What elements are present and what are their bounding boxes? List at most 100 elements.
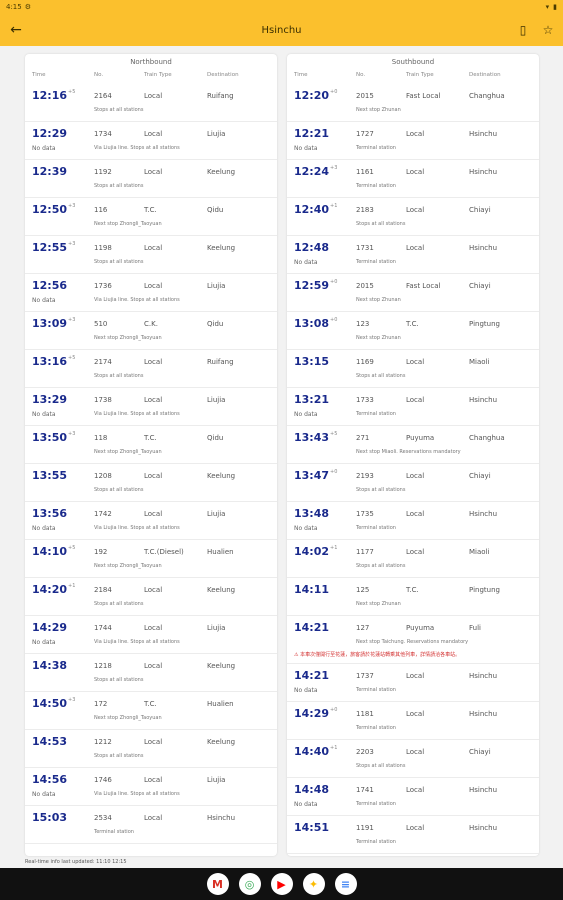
destination: Liujia <box>207 776 226 784</box>
train-row[interactable]: 14:02+1 1177 Local Miaoli Stops at all stati… <box>287 540 539 578</box>
train-row[interactable]: 14:21 No data 1737 Local Hsinchu Terminal sta… <box>287 664 539 702</box>
time-value: 14:38 <box>32 659 68 672</box>
train-row[interactable]: 14:20+1 2184 Local Keelung Stops at all stat… <box>25 578 277 616</box>
train-type: Local <box>406 472 425 480</box>
train-number: 172 <box>94 700 108 708</box>
departure-time: 13:29 <box>32 393 68 406</box>
train-row[interactable]: 12:50+3 116 T.C. Qidu Next stop Zhongli_Taoy… <box>25 198 277 236</box>
train-row[interactable]: 13:56 No data 1742 Local Liujia Via Liujia li… <box>25 502 277 540</box>
train-row[interactable]: 14:56 No data 1746 Local Liujia Via Liujia li… <box>25 768 277 806</box>
train-row[interactable]: 12:56 No data 1736 Local Liujia Via Liujia li… <box>25 274 277 312</box>
destination: Keelung <box>207 244 236 252</box>
departure-time: 12:55+3 <box>32 241 75 254</box>
destination: Pingtung <box>469 586 500 594</box>
train-note: Next stop Zhunan <box>356 297 401 303</box>
train-number: 1733 <box>356 396 374 404</box>
train-type: Local <box>144 510 163 518</box>
train-row[interactable]: 14:38 1218 Local Keelung Stops at all statio… <box>25 654 277 692</box>
train-row[interactable]: 14:51 1191 Local Hsinchu Terminal station <box>287 816 539 854</box>
train-row[interactable]: 14:40+1 2203 Local Chiayi Stops at all stati… <box>287 740 539 778</box>
train-number: 2203 <box>356 748 374 756</box>
delay-badge: +1 <box>330 745 338 751</box>
train-type: Puyuma <box>406 434 435 442</box>
departure-time: 13:09+3 <box>32 317 75 330</box>
status-bar: 4:15 ⚙ ▾ ▮ <box>0 0 563 14</box>
delay-badge: +5 <box>68 545 76 551</box>
col-no: No. <box>94 72 104 78</box>
train-row[interactable]: 12:59+0 2015 Fast Local Chiayi Next stop Zhu… <box>287 274 539 312</box>
time-value: 12:48 <box>294 241 330 254</box>
time-value: 15:03 <box>32 811 68 824</box>
train-row[interactable]: 13:50+3 118 T.C. Qidu Next stop Zhongli_Taoy… <box>25 426 277 464</box>
train-row[interactable]: 15:03 2534 Local Hsinchu Terminal station <box>25 806 277 844</box>
destination: Keelung <box>207 662 236 670</box>
photos-icon[interactable]: ✦ <box>302 873 325 895</box>
messages-icon[interactable]: ≡ <box>334 873 357 895</box>
train-note: Terminal station <box>356 839 396 845</box>
delay-status: No data <box>32 525 56 532</box>
train-type: Local <box>406 130 425 138</box>
train-row[interactable]: 14:10+5 192 T.C.(Diesel) Hualien Next stop Z… <box>25 540 277 578</box>
train-note: Next stop Zhunan <box>356 601 401 607</box>
star-icon[interactable]: ☆ <box>540 22 556 38</box>
departure-time: 14:20+1 <box>32 583 75 596</box>
train-row[interactable]: 13:21 No data 1733 Local Hsinchu Terminal sta… <box>287 388 539 426</box>
train-type: Local <box>406 548 425 556</box>
train-row[interactable]: 14:48 No data 1741 Local Hsinchu Terminal sta… <box>287 778 539 816</box>
train-note: Stops at all stations <box>94 259 144 265</box>
departure-time: 13:47+0 <box>294 469 337 482</box>
train-row[interactable]: 12:39 1192 Local Keelung Stops at all statio… <box>25 160 277 198</box>
train-type: Local <box>144 624 163 632</box>
train-row[interactable]: 13:47+0 2193 Local Chiayi Stops at all stati… <box>287 464 539 502</box>
train-note: Stops at all stations <box>356 373 406 379</box>
train-row[interactable]: 12:40+1 2183 Local Chiayi Stops at all stati… <box>287 198 539 236</box>
departure-time: 12:29 <box>32 127 68 140</box>
train-row[interactable]: 14:21 127 Puyuma Fuli Next stop Taichung. Re… <box>287 616 539 664</box>
train-row[interactable]: 12:29 No data 1734 Local Liujia Via Liujia li… <box>25 122 277 160</box>
destination: Hualien <box>207 700 234 708</box>
train-row[interactable]: 12:16+5 2164 Local Ruifang Stops at all stat… <box>25 84 277 122</box>
bookmark-icon[interactable]: ▯ <box>515 22 531 38</box>
train-number: 125 <box>356 586 370 594</box>
train-row[interactable]: 13:43+5 271 Puyuma Changhua Next stop Miaoli… <box>287 426 539 464</box>
northbound-panel: Northbound Time No. Train Type Destinati… <box>25 54 277 856</box>
train-row[interactable]: 14:50+3 172 T.C. Hualien Next stop Zhongli_T… <box>25 692 277 730</box>
train-row[interactable]: 13:09+3 510 C.K. Qidu Next stop Zhongli_Taoy… <box>25 312 277 350</box>
train-row[interactable]: 13:55 1208 Local Keelung Stops at all statio… <box>25 464 277 502</box>
train-row[interactable]: 12:48 No data 1731 Local Hsinchu Terminal sta… <box>287 236 539 274</box>
time-value: 14:50 <box>32 697 68 710</box>
train-number: 1727 <box>356 130 374 138</box>
chrome-icon[interactable]: ◎ <box>238 873 261 895</box>
train-row[interactable]: 14:53 1212 Local Keelung Stops at all statio… <box>25 730 277 768</box>
train-row[interactable]: 13:15 1169 Local Miaoli Stops at all station… <box>287 350 539 388</box>
train-row[interactable]: 13:48 No data 1735 Local Hsinchu Terminal sta… <box>287 502 539 540</box>
train-type: T.C. <box>144 206 157 214</box>
time-value: 13:56 <box>32 507 68 520</box>
train-note: Stops at all stations <box>94 373 144 379</box>
train-row[interactable]: 14:11 125 T.C. Pingtung Next stop Zhunan <box>287 578 539 616</box>
southbound-title: Southbound <box>391 58 435 66</box>
train-row[interactable]: 12:24+3 1161 Local Hsinchu Terminal station <box>287 160 539 198</box>
train-row[interactable]: 13:16+5 2174 Local Ruifang Stops at all stat… <box>25 350 277 388</box>
train-row[interactable]: 12:55+3 1198 Local Keelung Stops at all stat… <box>25 236 277 274</box>
train-row[interactable]: 14:29+0 1181 Local Hsinchu Terminal station <box>287 702 539 740</box>
train-type: Local <box>406 786 425 794</box>
train-row[interactable]: 14:29 No data 1744 Local Liujia Via Liujia li… <box>25 616 277 654</box>
train-row[interactable]: 12:20+0 2015 Fast Local Changhua Next stop Z… <box>287 84 539 122</box>
departure-time: 13:08+0 <box>294 317 337 330</box>
youtube-icon[interactable]: ▶ <box>270 873 293 895</box>
train-note: Terminal station <box>356 259 396 265</box>
train-row[interactable]: 13:08+0 123 T.C. Pingtung Next stop Zhunan <box>287 312 539 350</box>
col-time: Time <box>32 72 46 78</box>
train-type: Local <box>406 748 425 756</box>
destination: Hsinchu <box>469 824 498 832</box>
departure-time: 12:21 <box>294 127 330 140</box>
gmail-icon[interactable]: M <box>206 873 229 895</box>
destination: Hsinchu <box>469 672 498 680</box>
col-dest: Destination <box>469 72 501 78</box>
departure-time: 14:29 <box>32 621 68 634</box>
train-row[interactable]: 12:21 No data 1727 Local Hsinchu Terminal sta… <box>287 122 539 160</box>
departure-time: 12:16+5 <box>32 89 75 102</box>
destination: Changhua <box>469 434 505 442</box>
train-row[interactable]: 13:29 No data 1738 Local Liujia Via Liujia li… <box>25 388 277 426</box>
